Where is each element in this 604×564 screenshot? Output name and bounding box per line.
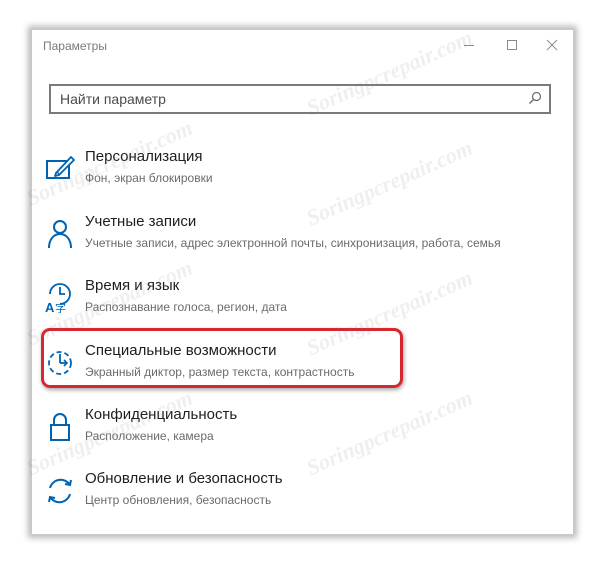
svg-text:A: A [45, 300, 55, 313]
settings-item-update-security[interactable]: Обновление и безопасность Центр обновлен… [40, 470, 540, 524]
maximize-button[interactable] [497, 34, 527, 60]
item-description: Фон, экран блокировки [85, 171, 213, 185]
minimize-icon [464, 45, 474, 46]
close-button[interactable] [537, 34, 567, 60]
personalization-icon [44, 152, 76, 184]
privacy-lock-icon [44, 410, 76, 442]
title-bar[interactable]: Параметры [32, 30, 573, 62]
accounts-icon [44, 217, 76, 249]
settings-item-personalization[interactable]: Персонализация Фон, экран блокировки [40, 148, 540, 202]
item-description: Учетные записи, адрес электронной почты,… [85, 236, 501, 250]
minimize-button[interactable] [454, 34, 484, 60]
item-label: Персонализация [85, 148, 203, 165]
item-label: Конфиденциальность [85, 406, 238, 423]
item-label: Учетные записи [85, 213, 197, 230]
settings-item-accounts[interactable]: Учетные записи Учетные записи, адрес эле… [40, 213, 540, 267]
screenshot-stage: Параметры Найти параметр Персонализация … [0, 0, 604, 564]
time-language-icon: A 字 [44, 281, 76, 315]
close-icon [546, 39, 558, 51]
item-label: Обновление и безопасность [85, 470, 283, 487]
settings-window: Параметры Найти параметр Персонализация … [31, 29, 574, 535]
item-label: Время и язык [85, 277, 180, 294]
settings-item-time-language[interactable]: A 字 Время и язык Распознавание голоса, р… [40, 277, 540, 331]
item-description: Расположение, камера [85, 429, 214, 443]
settings-item-privacy[interactable]: Конфиденциальность Расположение, камера [40, 406, 540, 460]
update-icon [44, 474, 76, 506]
window-title: Параметры [43, 39, 107, 53]
item-description: Распознавание голоса, регион, дата [85, 300, 287, 314]
highlight-frame [41, 328, 403, 388]
item-description: Центр обновления, безопасность [85, 493, 272, 507]
search-input[interactable] [60, 86, 520, 112]
maximize-icon [507, 40, 517, 50]
svg-text:字: 字 [55, 301, 66, 313]
search-box[interactable] [49, 84, 551, 114]
search-icon[interactable] [528, 91, 542, 110]
